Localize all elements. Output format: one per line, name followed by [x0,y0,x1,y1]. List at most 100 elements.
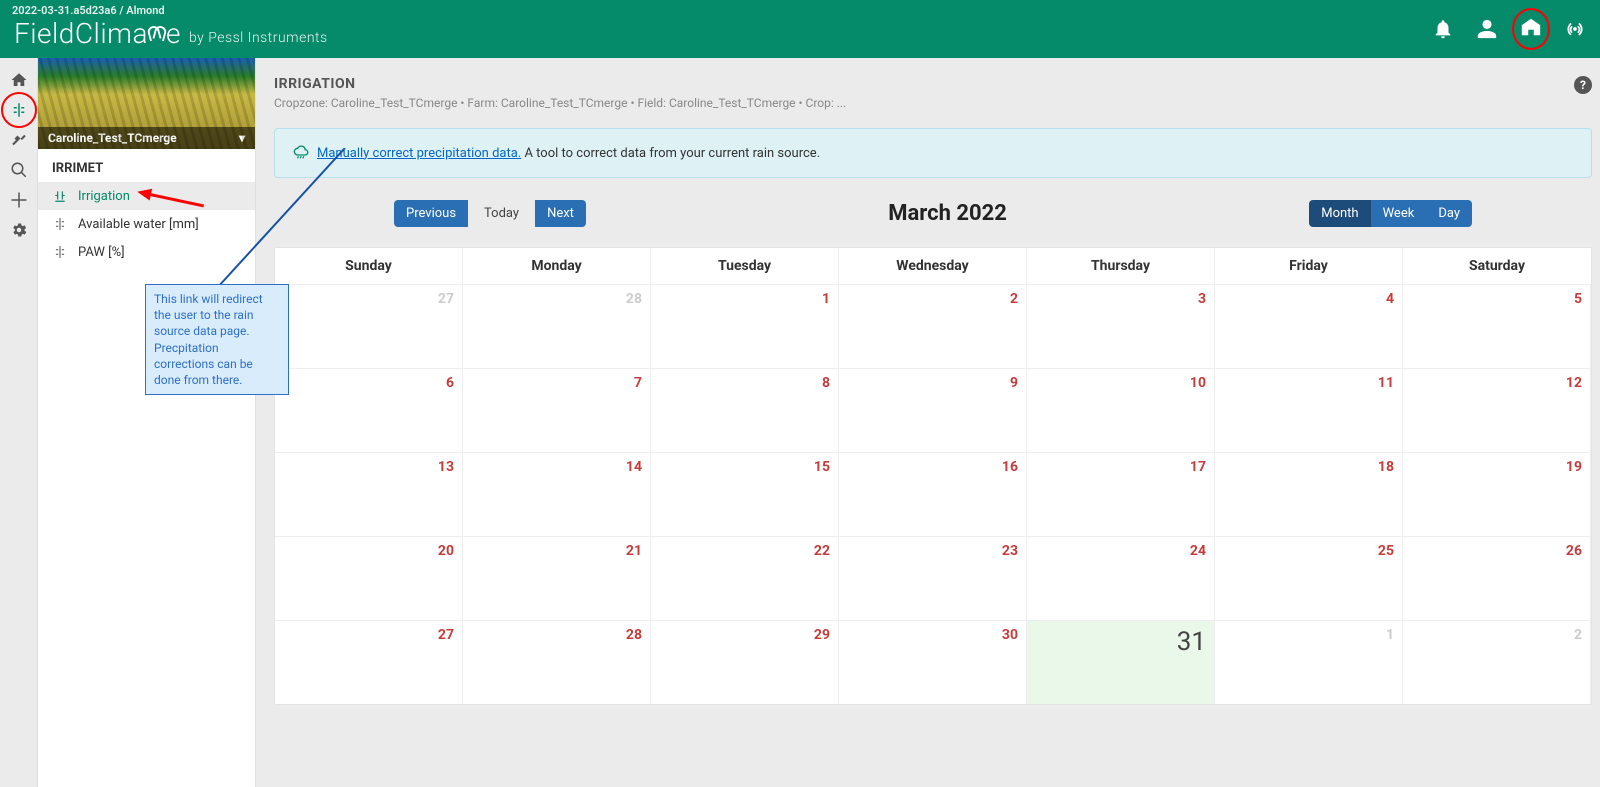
page-title: IRRIGATION [274,76,846,92]
rail-irrigation-circled[interactable] [5,96,33,124]
day-number: 12 [1566,375,1582,391]
calendar-cell[interactable]: 8 [651,368,839,452]
weekday-header: Monday [463,248,651,284]
calendar-cell[interactable]: 26 [1403,536,1591,620]
section-title: IRRIMET [38,149,255,182]
next-button[interactable]: Next [535,200,586,227]
rail-search[interactable] [5,156,33,184]
calendar-cell[interactable]: 7 [463,368,651,452]
nav-available-water[interactable]: Available water [mm] [38,210,255,238]
help-icon[interactable]: ? [1574,76,1592,94]
nav-paw[interactable]: PAW [%] [38,238,255,266]
weekday-header: Saturday [1403,248,1591,284]
calendar-cell[interactable]: 24 [1027,536,1215,620]
top-bar: 2022-03-31.a5d23a6 / Almond FieldClimae … [0,0,1600,58]
calendar-cell[interactable]: 31 [1027,620,1215,704]
bell-icon[interactable] [1432,18,1454,40]
month-button[interactable]: Month [1309,200,1370,227]
weekday-header: Wednesday [839,248,1027,284]
irrigation-icon [52,188,68,204]
day-number: 16 [1002,459,1018,475]
rail-satellite[interactable] [5,126,33,154]
calendar-cell[interactable]: 2 [839,284,1027,368]
calendar-cell[interactable]: 16 [839,452,1027,536]
day-number: 18 [1378,459,1394,475]
calendar-cell[interactable]: 21 [463,536,651,620]
calendar-cell[interactable]: 6 [275,368,463,452]
calendar-cell[interactable]: 2 [1403,620,1591,704]
prev-button[interactable]: Previous [394,200,468,227]
leaf-icon [148,26,166,50]
rail-home[interactable] [5,66,33,94]
calendar-cell[interactable]: 27 [275,620,463,704]
calendar-cell[interactable]: 18 [1215,452,1403,536]
calendar-cell[interactable]: 3 [1027,284,1215,368]
today-button[interactable]: Today [472,200,531,227]
calendar-cell[interactable]: 17 [1027,452,1215,536]
calendar-cell[interactable]: 25 [1215,536,1403,620]
side-panel: Caroline_Test_TCmerge▾ IRRIMET Irrigatio… [38,58,256,787]
day-number: 26 [1566,543,1582,559]
day-number: 24 [1190,543,1206,559]
calendar-cell[interactable]: 19 [1403,452,1591,536]
calendar-cell[interactable]: 4 [1215,284,1403,368]
calendar-cell[interactable]: 5 [1403,284,1591,368]
calendar-cell[interactable]: 11 [1215,368,1403,452]
day-number: 1 [822,291,830,307]
calendar-cell[interactable]: 27 [275,284,463,368]
precip-link[interactable]: Manually correct precipitation data. [317,146,521,161]
day-number: 11 [1378,375,1394,391]
chevron-down-icon: ▾ [239,131,245,145]
build-meta: 2022-03-31.a5d23a6 / Almond [12,4,165,17]
day-number: 31 [1177,627,1206,657]
info-box: Manually correct precipitation data. A t… [274,128,1592,178]
week-button[interactable]: Week [1371,200,1427,227]
weekday-header: Friday [1215,248,1403,284]
calendar-cell[interactable]: 28 [463,284,651,368]
day-number: 22 [814,543,830,559]
water-icon [52,216,68,232]
calendar-cell[interactable]: 29 [651,620,839,704]
day-number: 2 [1574,627,1582,643]
weekday-header: Tuesday [651,248,839,284]
day-number: 20 [438,543,454,559]
day-number: 28 [626,627,642,643]
calendar-cell[interactable]: 9 [839,368,1027,452]
farm-icon-circled[interactable] [1520,16,1542,42]
breadcrumb: Cropzone: Caroline_Test_TCmerge • Farm: … [274,96,846,110]
rail-settings[interactable] [5,216,33,244]
user-icon[interactable] [1476,18,1498,40]
calendar-cell[interactable]: 12 [1403,368,1591,452]
calendar-cell[interactable]: 22 [651,536,839,620]
broadcast-icon[interactable] [1564,18,1586,40]
calendar-cell[interactable]: 30 [839,620,1027,704]
calendar-cell[interactable]: 1 [651,284,839,368]
logo[interactable]: FieldClimae by Pessl Instruments [14,17,328,50]
calendar-cell[interactable]: 13 [275,452,463,536]
calendar-cell[interactable]: 28 [463,620,651,704]
calendar-cell[interactable]: 14 [463,452,651,536]
calendar-title: March 2022 [888,201,1007,226]
day-number: 8 [822,375,830,391]
day-button[interactable]: Day [1426,200,1472,227]
rail-target[interactable] [5,186,33,214]
farm-icon [1520,16,1542,38]
day-number: 7 [634,375,642,391]
cropzone-hero[interactable]: Caroline_Test_TCmerge▾ [38,58,255,149]
calendar-cell[interactable]: 23 [839,536,1027,620]
day-number: 28 [626,291,642,307]
calendar-cell[interactable]: 20 [275,536,463,620]
day-number: 9 [1010,375,1018,391]
day-number: 23 [1002,543,1018,559]
calendar-cell[interactable]: 15 [651,452,839,536]
day-number: 27 [438,291,454,307]
day-number: 19 [1566,459,1582,475]
day-number: 14 [626,459,642,475]
nav-irrigation[interactable]: Irrigation [38,182,255,210]
day-number: 10 [1190,375,1206,391]
calendar-cell[interactable]: 1 [1215,620,1403,704]
weekday-header: Thursday [1027,248,1215,284]
day-number: 30 [1002,627,1018,643]
calendar-cell[interactable]: 10 [1027,368,1215,452]
day-number: 29 [814,627,830,643]
